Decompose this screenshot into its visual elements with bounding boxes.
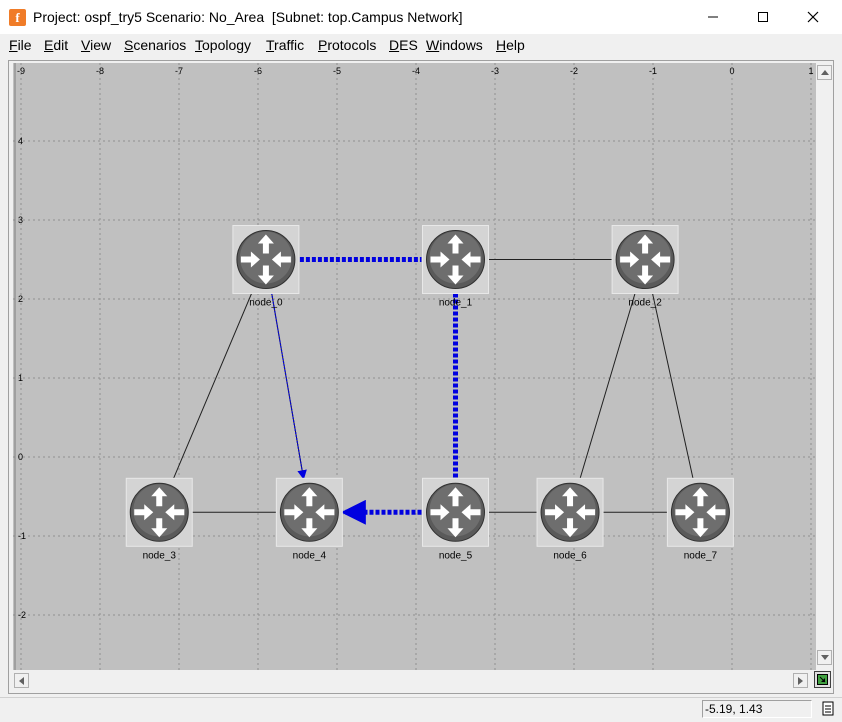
menu-scenarios[interactable]: Scenarios bbox=[124, 37, 186, 53]
menu-protocols[interactable]: Protocols bbox=[318, 37, 376, 53]
node-label: node_6 bbox=[553, 550, 587, 561]
scroll-right-button[interactable] bbox=[793, 673, 808, 688]
node-label: node_0 bbox=[249, 298, 283, 309]
router-icon bbox=[279, 482, 339, 542]
x-tick-label: -8 bbox=[96, 66, 104, 76]
scroll-down-button[interactable] bbox=[817, 650, 832, 665]
router-node_7[interactable]: node_7 bbox=[666, 477, 734, 561]
router-node_0[interactable]: node_0 bbox=[232, 225, 300, 309]
router-node_5[interactable]: node_5 bbox=[422, 477, 489, 561]
window-title: Project: ospf_try5 Scenario: No_Area [Su… bbox=[33, 9, 463, 25]
y-tick-label: -1 bbox=[18, 531, 26, 541]
router-icon bbox=[236, 230, 296, 289]
x-tick-label: -6 bbox=[254, 66, 262, 76]
router-icon bbox=[540, 482, 600, 542]
close-button[interactable] bbox=[790, 0, 836, 34]
router-node_4[interactable]: node_4 bbox=[275, 477, 343, 561]
node-label: node_7 bbox=[684, 550, 718, 561]
minimize-button[interactable] bbox=[690, 0, 736, 34]
message-log-icon[interactable] bbox=[822, 701, 836, 722]
scroll-up-button[interactable] bbox=[817, 65, 832, 80]
network-workspace[interactable]: -9 -8 -7 -6 -5 -4 -3 -2 -1 0 1 4 3 2 1 0 -1 -2 node_0 node… bbox=[13, 63, 816, 670]
menu-help[interactable]: Help bbox=[496, 37, 525, 53]
y-tick-label: -2 bbox=[18, 610, 26, 620]
x-tick-label: 1 bbox=[808, 66, 813, 76]
maximize-icon bbox=[758, 12, 768, 22]
minimize-icon bbox=[708, 16, 718, 18]
router-icon bbox=[670, 482, 730, 542]
maximize-button[interactable] bbox=[740, 0, 786, 34]
menu-edit[interactable]: Edit bbox=[44, 37, 68, 53]
y-tick-label: 3 bbox=[18, 215, 23, 225]
vertical-scrollbar[interactable] bbox=[816, 63, 833, 670]
topology-canvas[interactable]: -9 -8 -7 -6 -5 -4 -3 -2 -1 0 143210-1-2 node_0 node… bbox=[13, 63, 816, 670]
menu-bar: File Edit View Scenarios Topology Traffi… bbox=[0, 34, 842, 58]
x-tick-label: -5 bbox=[333, 66, 341, 76]
x-tick-label: -3 bbox=[491, 66, 499, 76]
node-label: node_2 bbox=[628, 298, 662, 309]
y-tick-label: 1 bbox=[18, 373, 23, 383]
arrow-down-icon bbox=[820, 655, 829, 660]
node-label: node_5 bbox=[439, 550, 473, 561]
nodes: node_0 node_1 node_2 node_3 node_4 node_5 node… bbox=[125, 225, 734, 561]
route-node_0-node_4[interactable] bbox=[271, 292, 307, 480]
y-tick-label: 2 bbox=[18, 294, 23, 304]
cursor-coordinates: -5.19, 1.43 bbox=[702, 700, 812, 718]
router-node_2[interactable]: node_2 bbox=[611, 225, 679, 309]
x-tick-label: -2 bbox=[570, 66, 578, 76]
y-tick-label: 4 bbox=[18, 136, 23, 146]
arrow-left-icon bbox=[19, 676, 24, 685]
app-logo-icon: f bbox=[9, 9, 26, 26]
zoom-to-fit-button[interactable] bbox=[814, 671, 831, 688]
scroll-left-button[interactable] bbox=[14, 673, 29, 688]
routes bbox=[271, 257, 458, 525]
menu-topology[interactable]: Topology bbox=[195, 37, 251, 53]
router-icon bbox=[615, 230, 675, 289]
x-tick-label: -4 bbox=[412, 66, 420, 76]
router-icon bbox=[426, 230, 485, 289]
menu-view[interactable]: View bbox=[81, 37, 111, 53]
horizontal-scrollbar[interactable] bbox=[13, 672, 816, 689]
zoom-fit-icon bbox=[817, 674, 828, 685]
title-bar[interactable]: f Project: ospf_try5 Scenario: No_Area [… bbox=[0, 0, 842, 34]
links bbox=[158, 259, 701, 513]
router-icon bbox=[426, 482, 485, 542]
x-tick-label: -9 bbox=[17, 66, 25, 76]
menu-file[interactable]: File bbox=[9, 37, 32, 53]
arrow-up-icon bbox=[820, 70, 829, 75]
x-tick-label: -7 bbox=[175, 66, 183, 76]
router-icon bbox=[129, 482, 189, 542]
grid bbox=[13, 63, 816, 670]
arrow-right-icon bbox=[798, 676, 803, 685]
node-label: node_4 bbox=[293, 550, 327, 561]
menu-windows[interactable]: Windows bbox=[426, 37, 483, 53]
status-bar: -5.19, 1.43 bbox=[0, 697, 842, 721]
router-node_6[interactable]: node_6 bbox=[536, 477, 604, 561]
menu-des[interactable]: DES bbox=[389, 37, 418, 53]
y-tick-label: 0 bbox=[18, 452, 23, 462]
menu-traffic[interactable]: Traffic bbox=[266, 37, 304, 53]
close-icon bbox=[807, 11, 819, 23]
x-tick-label: -1 bbox=[649, 66, 657, 76]
x-tick-label: 0 bbox=[729, 66, 734, 76]
node-label: node_3 bbox=[143, 550, 177, 561]
router-node_3[interactable]: node_3 bbox=[125, 477, 193, 561]
node-label: node_1 bbox=[439, 298, 473, 309]
